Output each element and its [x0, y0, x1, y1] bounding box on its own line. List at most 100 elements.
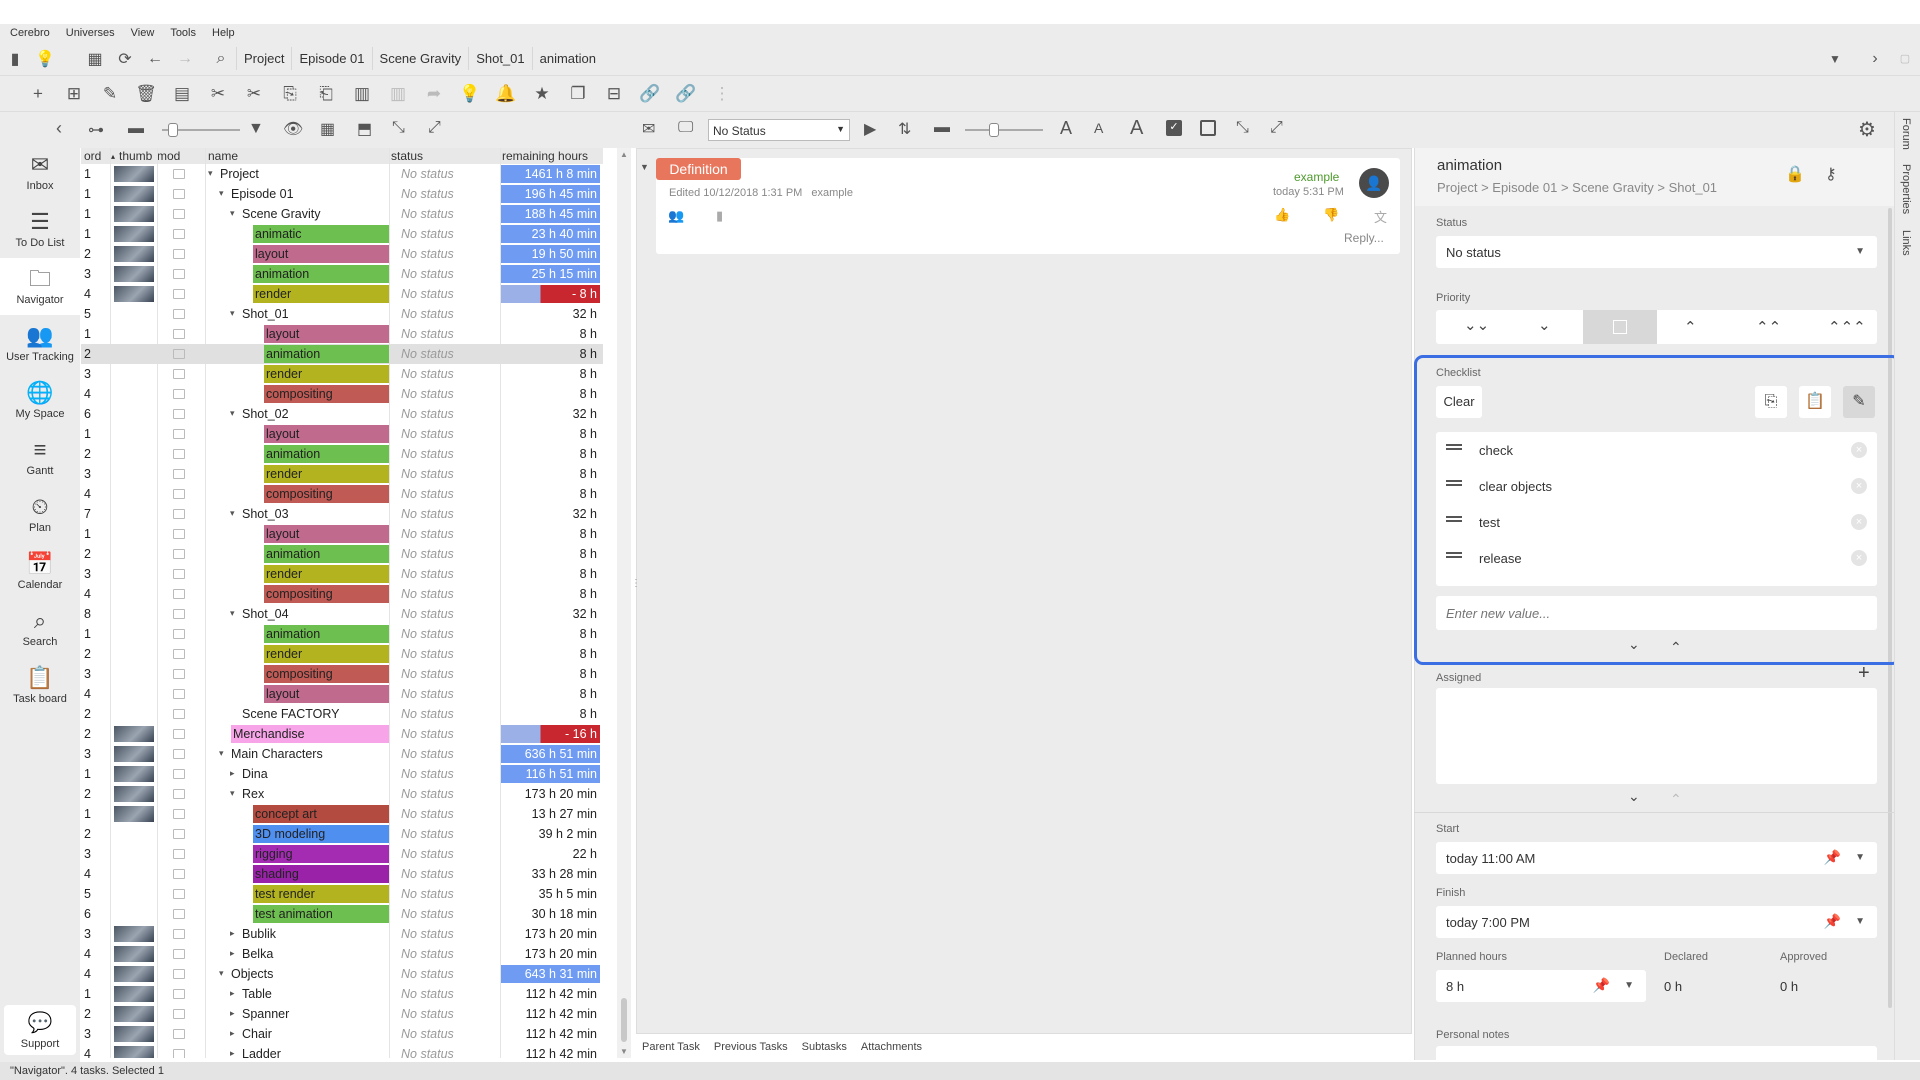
- tab-attachments[interactable]: Attachments: [861, 1041, 922, 1053]
- assigned-collapse-icon[interactable]: ⌃: [1670, 791, 1682, 808]
- folder-icon[interactable]: [173, 649, 185, 659]
- message-icon[interactable]: ✉: [642, 119, 655, 139]
- table-row[interactable]: 2 animation No status 8 h: [81, 544, 603, 564]
- menu-cerebro[interactable]: Cerebro: [10, 27, 50, 39]
- row-name[interactable]: animation: [264, 625, 389, 643]
- row-name[interactable]: Belka: [242, 947, 273, 961]
- thumbnail-image[interactable]: [114, 786, 154, 802]
- tab-subtasks[interactable]: Subtasks: [802, 1041, 847, 1053]
- table-row[interactable]: 1 layout No status 8 h: [81, 324, 603, 344]
- folder-icon[interactable]: [173, 269, 185, 279]
- row-status[interactable]: No status: [401, 727, 454, 741]
- row-status[interactable]: No status: [401, 467, 454, 481]
- lightbulb-icon[interactable]: 💡: [452, 79, 488, 109]
- table-row[interactable]: 5 test render No status 35 h 5 min: [81, 884, 603, 904]
- row-status[interactable]: No status: [401, 647, 454, 661]
- thumbnail-image[interactable]: [114, 1006, 154, 1022]
- checkbox-checked-icon[interactable]: ✓: [1166, 120, 1182, 136]
- row-status[interactable]: No status: [401, 387, 454, 401]
- table-row[interactable]: 5 ▾ Shot_01 No status 32 h: [81, 304, 603, 324]
- expand-toggle-icon[interactable]: ▸: [230, 1048, 235, 1058]
- chevron-down-icon[interactable]: ▼: [1855, 916, 1865, 927]
- table-row[interactable]: 4 ▸ Ladder No status 112 h 42 min: [81, 1044, 603, 1058]
- folder-icon[interactable]: [173, 289, 185, 299]
- play-icon[interactable]: ▶: [864, 119, 876, 139]
- folder-icon[interactable]: [173, 669, 185, 679]
- row-status[interactable]: No status: [401, 367, 454, 381]
- table-row[interactable]: 2 render No status 8 h: [81, 644, 603, 664]
- more-icon[interactable]: ⋮: [704, 79, 740, 109]
- row-name[interactable]: rigging: [253, 845, 389, 863]
- row-status[interactable]: No status: [401, 627, 454, 641]
- redirect-icon[interactable]: ➦: [416, 79, 452, 109]
- feed-expand-icon[interactable]: ⤢: [1270, 119, 1283, 137]
- priority-high-icon[interactable]: ⌃: [1684, 318, 1697, 336]
- row-status[interactable]: No status: [401, 247, 454, 261]
- thumbnail-image[interactable]: [114, 726, 154, 742]
- row-name[interactable]: render: [264, 465, 389, 483]
- collapse-icon[interactable]: ⤡: [392, 119, 405, 137]
- row-name[interactable]: render: [253, 285, 389, 303]
- folder-icon[interactable]: [173, 1029, 185, 1039]
- thumbnail-image[interactable]: [114, 266, 154, 282]
- row-status[interactable]: No status: [401, 927, 454, 941]
- expand-toggle-icon[interactable]: ▾: [230, 608, 235, 619]
- folder-icon[interactable]: [173, 509, 185, 519]
- row-name[interactable]: shading: [253, 865, 389, 883]
- row-status[interactable]: No status: [401, 807, 454, 821]
- row-name[interactable]: Objects: [231, 967, 273, 981]
- folder-icon[interactable]: [173, 469, 185, 479]
- logo-icon[interactable]: ▮: [0, 44, 30, 74]
- table-row[interactable]: 1 layout No status 8 h: [81, 524, 603, 544]
- tab-properties[interactable]: Properties: [1900, 164, 1912, 214]
- tab-forum[interactable]: Forum: [1900, 118, 1912, 150]
- row-status[interactable]: No status: [401, 167, 454, 181]
- folder-icon[interactable]: [173, 749, 185, 759]
- table-row[interactable]: 4 ▾ Objects No status 643 h 31 min: [81, 964, 603, 984]
- folder-icon[interactable]: [173, 949, 185, 959]
- row-name[interactable]: layout: [253, 245, 389, 263]
- avatar[interactable]: 👤: [1359, 168, 1389, 198]
- assigned-expand-icon[interactable]: ⌄: [1628, 788, 1640, 805]
- folder-icon[interactable]: [173, 869, 185, 879]
- feed-splitter-handle[interactable]: ⋮: [631, 578, 641, 589]
- attachment-icon[interactable]: ▮: [716, 208, 723, 224]
- font-larger-icon[interactable]: A: [1060, 118, 1072, 139]
- row-name[interactable]: Merchandise: [231, 725, 389, 743]
- column-header-ord[interactable]: ord: [84, 149, 101, 163]
- table-row[interactable]: 1 ▾ Episode 01 No status 196 h 45 min: [81, 184, 603, 204]
- row-status[interactable]: No status: [401, 547, 454, 561]
- row-status[interactable]: No status: [401, 207, 454, 221]
- feed-collapse-icon[interactable]: ⤡: [1236, 119, 1249, 137]
- move-icon[interactable]: ▤: [164, 79, 200, 109]
- window-restore-icon[interactable]: ▢: [1890, 44, 1920, 74]
- table-row[interactable]: 6 ▾ Shot_02 No status 32 h: [81, 404, 603, 424]
- row-name[interactable]: Shot_03: [242, 507, 289, 521]
- folder-icon[interactable]: [173, 189, 185, 199]
- delete-icon[interactable]: 🗑: [128, 79, 164, 109]
- table-row[interactable]: 3 compositing No status 8 h: [81, 664, 603, 684]
- row-name[interactable]: animation: [264, 345, 389, 363]
- folder-icon[interactable]: [173, 489, 185, 499]
- row-status[interactable]: No status: [401, 447, 454, 461]
- tab-parent-task[interactable]: Parent Task: [642, 1041, 700, 1053]
- row-status[interactable]: No status: [401, 987, 454, 1001]
- table-row[interactable]: 6 test animation No status 30 h 18 min: [81, 904, 603, 924]
- expand-toggle-icon[interactable]: ▸: [230, 988, 235, 999]
- edit-icon[interactable]: ✎: [92, 79, 128, 109]
- row-name[interactable]: render: [264, 645, 389, 663]
- checklist-item[interactable]: test ×: [1436, 505, 1877, 541]
- checklist-expand-icon[interactable]: ⌄: [1628, 636, 1640, 653]
- planned-hours-field[interactable]: 8 h 📌 ▼: [1436, 970, 1646, 1002]
- table-row[interactable]: 1 animatic No status 23 h 40 min: [81, 224, 603, 244]
- table-row[interactable]: 2 layout No status 19 h 50 min: [81, 244, 603, 264]
- row-name[interactable]: compositing: [264, 665, 389, 683]
- row-status[interactable]: No status: [401, 1027, 454, 1041]
- edit-icon[interactable]: ✎: [1843, 386, 1875, 418]
- table-row[interactable]: 2 animation No status 8 h: [81, 444, 603, 464]
- thumbnail-image[interactable]: [114, 226, 154, 242]
- row-status[interactable]: No status: [401, 687, 454, 701]
- remove-icon[interactable]: ×: [1851, 478, 1867, 494]
- folder-icon[interactable]: [173, 569, 185, 579]
- sidebar-item-user-tracking[interactable]: 👥 User Tracking: [0, 315, 80, 372]
